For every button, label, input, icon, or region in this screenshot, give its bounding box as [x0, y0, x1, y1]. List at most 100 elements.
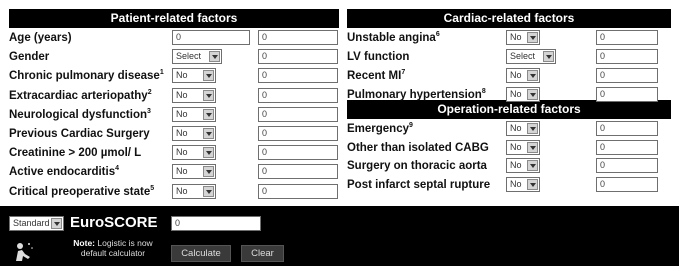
patient-factor-value-input[interactable]: 0: [172, 30, 250, 45]
cardiac-factor-score-field[interactable]: 0: [596, 30, 658, 45]
cardiac-factor-label-text: Recent MI: [347, 70, 402, 82]
patient-factor-select[interactable]: No: [172, 183, 216, 199]
patient-factor-score-field[interactable]: 0: [258, 164, 338, 180]
patient-factor-label: Neurological dysfunction3: [9, 106, 151, 124]
footnote-marker: 4: [115, 165, 119, 173]
cardiac-factor-score-field[interactable]: 0: [596, 68, 658, 83]
patient-factor-select[interactable]: No: [172, 106, 216, 122]
patient-factor-label: Previous Cardiac Surgery: [9, 125, 150, 143]
operation-factor-select-value: No: [510, 178, 522, 189]
patient-factor-select[interactable]: Select: [172, 49, 222, 65]
patient-factor-label-text: Age (years): [9, 32, 72, 44]
chevron-down-icon: [527, 141, 538, 153]
chevron-down-icon: [527, 160, 538, 171]
patient-factor-label: Gender: [9, 48, 49, 66]
figure-logo-icon: [16, 243, 33, 261]
patient-factor-label-text: Active endocarditis: [9, 166, 116, 179]
operation-factor-label-text: Post infarct septal rupture: [347, 178, 491, 191]
cardiac-factor-score-field[interactable]: 0: [596, 87, 658, 102]
patient-factor-score-field[interactable]: 0: [258, 145, 338, 161]
operation-factor-score-field[interactable]: 0: [596, 158, 658, 173]
patient-factor-select[interactable]: No: [172, 164, 216, 180]
patient-factor-row: Creatinine > 200 µmol/ L No 0: [9, 144, 339, 162]
patient-factor-label: Active endocarditis4: [9, 163, 119, 181]
patient-factor-score-field[interactable]: 0: [258, 68, 338, 84]
model-select[interactable]: Standard: [9, 216, 64, 231]
patient-factor-label-text: Critical preoperative state: [9, 185, 151, 198]
cardiac-factor-select[interactable]: No: [506, 87, 540, 102]
cardiac-factor-label-text: LV function: [347, 51, 410, 63]
chevron-down-icon: [203, 147, 214, 159]
cardiac-factor-row: Unstable angina6 No 0: [347, 29, 671, 47]
patient-factor-select-value: No: [176, 108, 188, 119]
patient-factor-score-field[interactable]: 0: [258, 126, 338, 141]
footnote-marker: 1: [159, 69, 164, 77]
patient-factor-score-field[interactable]: 0: [258, 183, 338, 199]
cardiac-factor-select-value: No: [510, 32, 522, 42]
chevron-down-icon: [543, 51, 554, 62]
patient-factor-score-field[interactable]: 0: [258, 87, 338, 103]
patient-factor-row: Age (years) 0 0: [9, 29, 339, 47]
operation-factor-score-field[interactable]: 0: [596, 139, 658, 155]
patient-factor-select[interactable]: No: [172, 145, 216, 161]
cardiac-factor-label-text: Pulmonary hypertension: [347, 89, 482, 101]
footnote-marker: 6: [435, 31, 440, 39]
chevron-down-icon: [527, 123, 538, 134]
operation-factor-label: Post infarct septal rupture: [347, 176, 490, 194]
chevron-down-icon: [203, 108, 214, 120]
operation-factor-select[interactable]: No: [506, 158, 540, 173]
operation-factor-select[interactable]: No: [506, 121, 540, 136]
patient-factor-score-field[interactable]: 0: [258, 106, 338, 122]
operation-factor-score-field[interactable]: 0: [596, 121, 658, 136]
note-bold: Note:: [73, 238, 96, 248]
clear-button[interactable]: Clear: [241, 245, 284, 262]
cardiac-factor-label: Pulmonary hypertension8: [347, 86, 486, 104]
cardiac-factor-select-value: No: [510, 89, 522, 99]
patient-factor-label-text: Gender: [9, 51, 50, 64]
cardiac-factor-select[interactable]: No: [506, 68, 540, 83]
chevron-down-icon: [527, 178, 538, 190]
patient-factor-label-text: Chronic pulmonary disease: [9, 70, 160, 83]
operation-factor-label-text: Other than isolated CABG: [347, 141, 489, 154]
chevron-down-icon: [203, 185, 214, 197]
euroscore-label-suffix: SCORE: [104, 214, 158, 231]
cardiac-factor-score-field[interactable]: 0: [596, 49, 658, 64]
patient-factor-label-text: Extracardiac arteriopathy: [9, 89, 148, 102]
operation-factor-row: Other than isolated CABG No 0: [347, 139, 671, 157]
footer-bar: Standard EuroSCORE 0 Note: Logistic is n…: [0, 206, 679, 266]
patient-factor-score-field[interactable]: 0: [258, 49, 338, 65]
euroscore-label-prefix: Euro: [70, 214, 105, 231]
patient-factor-row: Previous Cardiac Surgery No 0: [9, 125, 339, 143]
cardiac-factor-select[interactable]: Select: [506, 49, 556, 64]
footnote-marker: 5: [150, 184, 155, 192]
patient-factor-label: Creatinine > 200 µmol/ L: [9, 144, 141, 162]
patient-factor-select[interactable]: No: [172, 126, 216, 141]
patient-factor-label-text: Creatinine > 200 µmol/ L: [9, 147, 142, 160]
operation-factor-row: Emergency9 No 0: [347, 120, 671, 138]
cardiac-factor-select[interactable]: No: [506, 30, 540, 45]
patient-factor-select-value: Select: [176, 51, 202, 62]
euroscore-label: EuroSCORE: [70, 214, 158, 231]
patient-factor-score-field[interactable]: 0: [258, 30, 338, 45]
operation-factor-row: Surgery on thoracic aorta No 0: [347, 157, 671, 175]
operation-factor-score-field[interactable]: 0: [596, 176, 658, 192]
footnote-marker: 8: [481, 88, 486, 96]
operation-factor-select[interactable]: No: [506, 176, 540, 192]
patient-factor-select[interactable]: No: [172, 68, 216, 84]
patient-factor-row: Chronic pulmonary disease1 No 0: [9, 67, 339, 85]
patient-factor-select-value: No: [176, 89, 188, 100]
chevron-down-icon: [209, 51, 220, 63]
operation-factor-select[interactable]: No: [506, 139, 540, 155]
patient-factor-label-text: Neurological dysfunction: [9, 108, 148, 121]
patient-factor-label: Chronic pulmonary disease1: [9, 67, 164, 85]
euroscore-result-field[interactable]: 0: [171, 216, 261, 231]
patient-factor-label: Extracardiac arteriopathy2: [9, 87, 152, 105]
patient-factor-select[interactable]: No: [172, 87, 216, 103]
patient-factor-label: Critical preoperative state5: [9, 183, 154, 201]
operation-factor-select-value: No: [510, 123, 522, 133]
patient-factor-select-value: No: [176, 147, 188, 158]
cardiac-factor-label: LV function: [347, 48, 409, 66]
patient-factor-row: Critical preoperative state5 No 0: [9, 183, 339, 201]
calculate-button[interactable]: Calculate: [171, 245, 231, 262]
operation-factor-select-value: No: [510, 160, 522, 170]
